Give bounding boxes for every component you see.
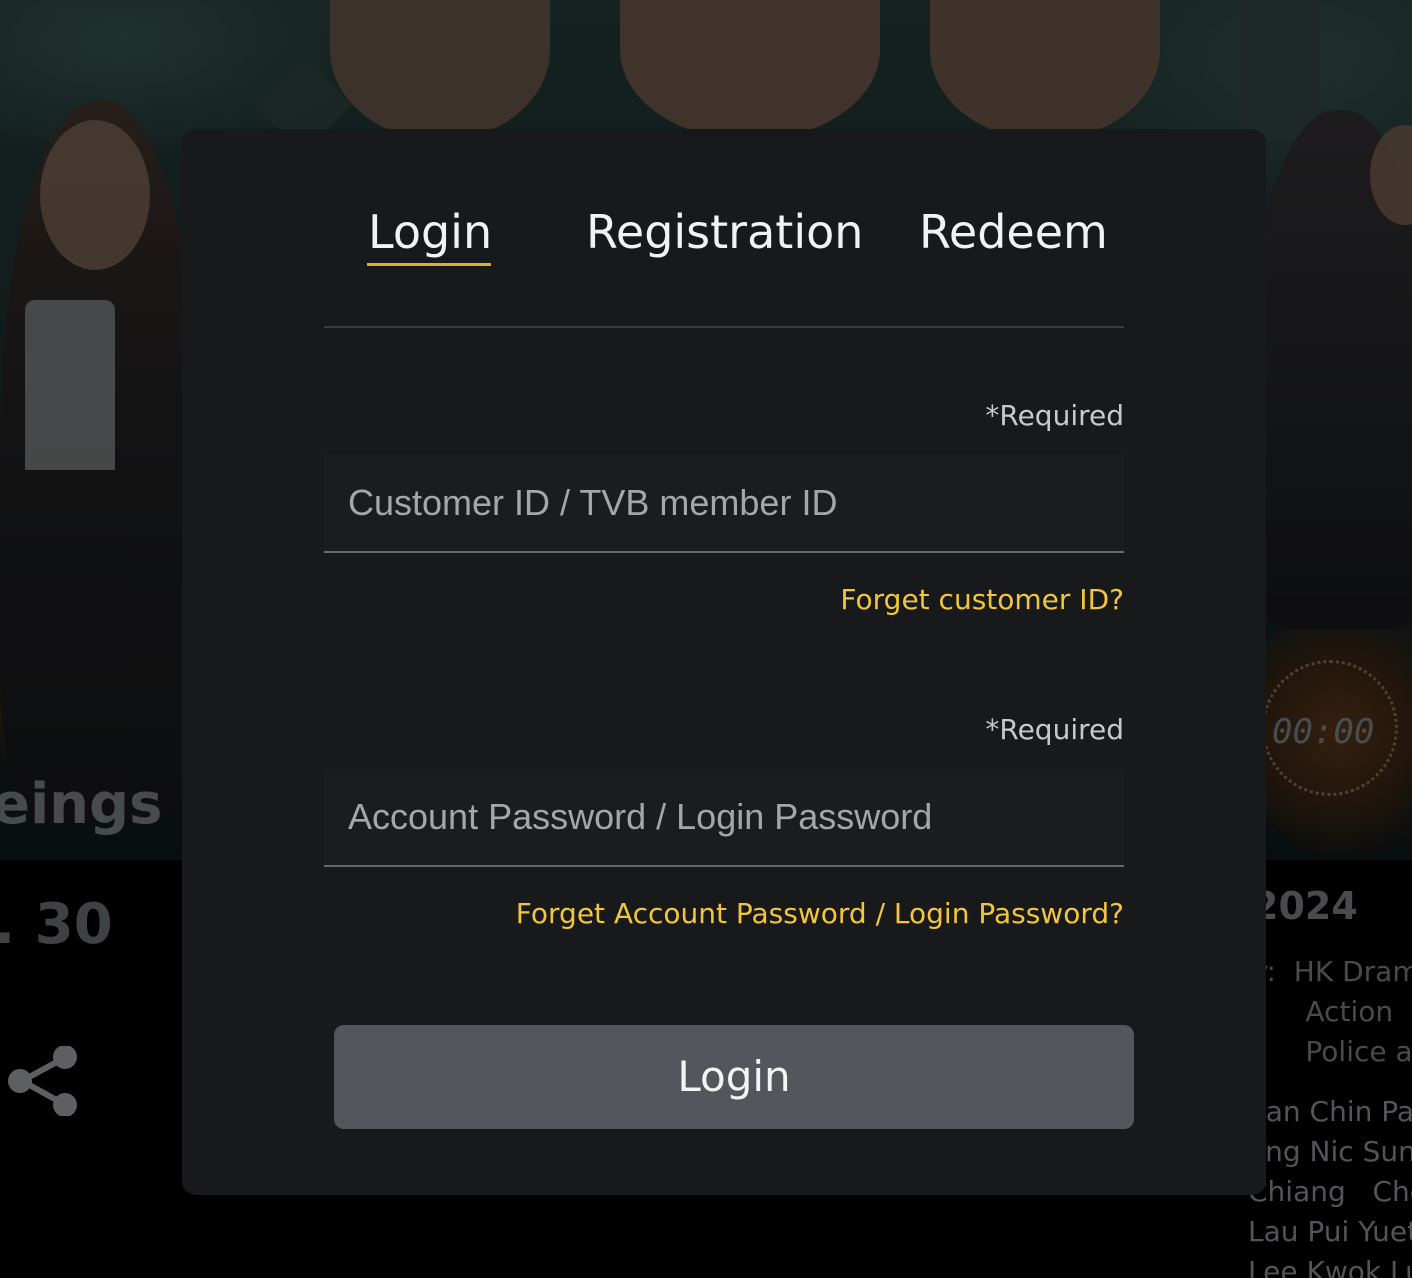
tab-bar: Login Registration Redeem	[324, 199, 1124, 328]
login-modal: Login Registration Redeem *Required Forg…	[182, 129, 1266, 1195]
tab-redeem[interactable]: Redeem	[919, 199, 1108, 265]
required-label: *Required	[985, 399, 1124, 432]
forgot-password-link[interactable]: Forget Account Password / Login Password…	[516, 897, 1124, 930]
customer-id-field	[324, 455, 1124, 553]
required-label: *Required	[985, 713, 1124, 746]
forgot-customer-id-link[interactable]: Forget customer ID?	[840, 583, 1124, 616]
customer-id-input[interactable]	[324, 455, 1124, 551]
password-field	[324, 769, 1124, 867]
tab-login[interactable]: Login	[368, 199, 492, 265]
active-tab-indicator	[367, 263, 491, 266]
password-input[interactable]	[324, 769, 1124, 865]
login-button[interactable]: Login	[334, 1025, 1134, 1129]
tab-registration[interactable]: Registration	[586, 199, 863, 265]
